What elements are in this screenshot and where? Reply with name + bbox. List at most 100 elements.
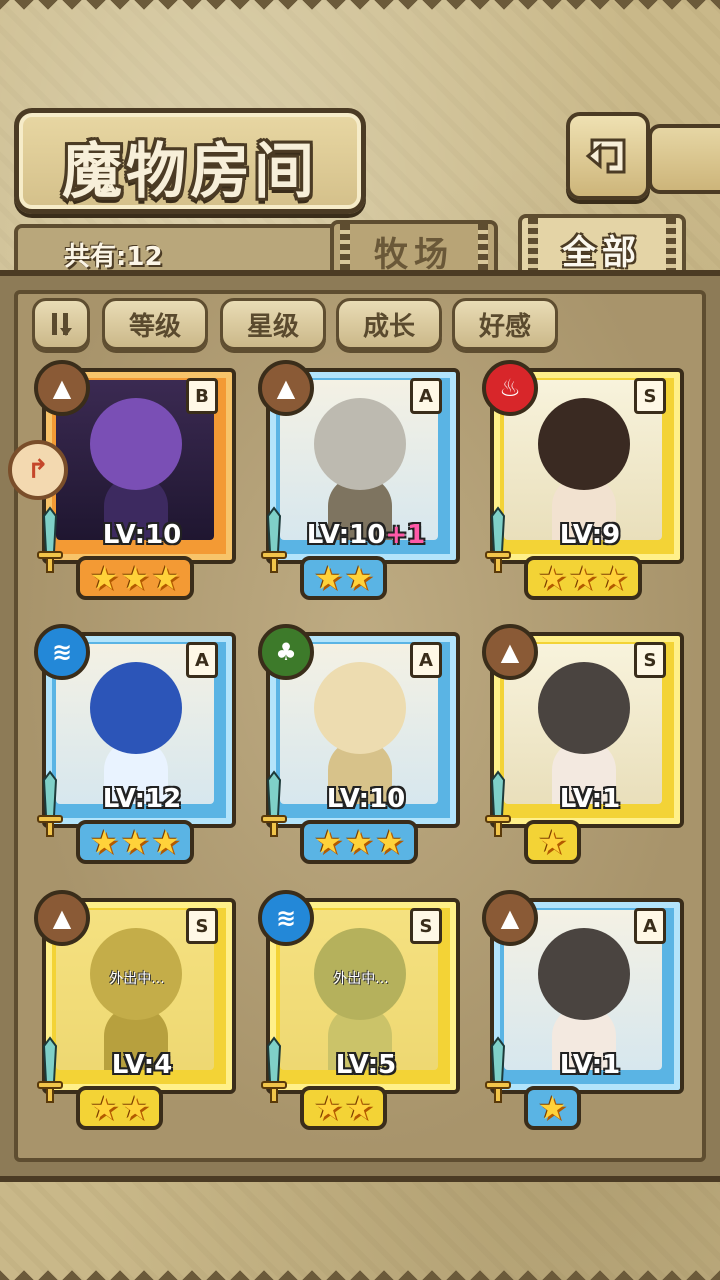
title-plate: 魔物房间 — [14, 108, 366, 214]
sort-order-button[interactable] — [32, 298, 90, 350]
star-rating: ★ ★ — [300, 1086, 388, 1130]
earth-element-icon: ▲ — [258, 360, 314, 416]
monster-level: LV:12 — [64, 784, 220, 814]
sort-growth-button[interactable]: 成长 — [336, 298, 442, 350]
monster-card[interactable]: S ♨ LV:9 ★ ★ ★ — [482, 360, 684, 600]
star-rating: ★ ★ — [76, 1086, 164, 1130]
star-icon: ★ — [538, 559, 567, 597]
sort-row: 等级 星级 成长 好感 — [32, 298, 688, 350]
star-icon: ★ — [599, 559, 629, 597]
level-text: LV:9 — [559, 520, 621, 550]
monster-card[interactable]: S ≋ LV:5 ★ ★ 外出中... — [258, 890, 460, 1130]
level-text: LV:5 — [335, 1050, 397, 1080]
back-button[interactable] — [566, 112, 650, 200]
rank-badge: S — [410, 908, 442, 944]
portrait-head — [90, 398, 182, 490]
level-text: LV:10 — [326, 784, 406, 814]
top-border — [0, 0, 720, 16]
monster-level: LV:4 — [64, 1050, 220, 1080]
monster-card[interactable]: S ▲ LV:1 ★ — [482, 624, 684, 864]
fire-element-icon: ♨ — [482, 360, 538, 416]
sort-level-button[interactable]: 等级 — [102, 298, 208, 350]
sword-icon — [37, 1036, 63, 1103]
water-element-icon: ≋ — [258, 890, 314, 946]
star-icon: ★ — [90, 1089, 119, 1127]
rank-badge: A — [410, 378, 442, 414]
level-text: LV:4 — [111, 1050, 173, 1080]
star-icon: ★ — [120, 1089, 150, 1127]
rank-badge: A — [410, 642, 442, 678]
star-rating: ★ ★ ★ — [524, 556, 643, 600]
rank-badge: A — [186, 642, 218, 678]
rank-badge: S — [634, 378, 666, 414]
star-rating: ★ ★ — [300, 556, 388, 600]
star-icon: ★ — [568, 559, 598, 597]
earth-element-icon: ▲ — [482, 624, 538, 680]
portrait-head — [314, 398, 406, 490]
bottom-border — [0, 1264, 720, 1280]
star-rating: ★ — [524, 1086, 581, 1130]
earth-element-icon: ▲ — [482, 890, 538, 946]
level-text: LV:1 — [559, 784, 621, 814]
away-status: 外出中... — [333, 971, 389, 987]
sword-icon — [485, 1036, 511, 1103]
sword-icon — [485, 770, 511, 837]
star-icon: ★ — [90, 823, 119, 861]
rank-badge: B — [186, 378, 218, 414]
away-status: 外出中... — [109, 971, 165, 987]
portrait-head — [538, 398, 630, 490]
portrait-head — [314, 662, 406, 754]
monster-card[interactable]: A ≋ LV:12 ★ ★ ★ — [34, 624, 236, 864]
wood-element-icon: ♣ — [258, 624, 314, 680]
monster-card[interactable]: S ▲ LV:4 ★ ★ 外出中... — [34, 890, 236, 1130]
tab-all-label: 全部 — [562, 232, 642, 273]
star-rating: ★ ★ ★ — [76, 556, 195, 600]
monster-card[interactable]: A ♣ LV:10 ★ ★ ★ — [258, 624, 460, 864]
star-rating: ★ ★ ★ — [76, 820, 195, 864]
star-icon: ★ — [538, 823, 567, 861]
rank-badge: S — [186, 908, 218, 944]
monster-card[interactable]: A ▲ LV:1 ★ — [482, 890, 684, 1130]
sword-icon — [261, 1036, 287, 1103]
sort-affection-button[interactable]: 好感 — [452, 298, 558, 350]
monster-count: 共有:12 — [64, 242, 163, 272]
star-icon: ★ — [344, 559, 374, 597]
rank-badge: A — [634, 908, 666, 944]
star-icon: ★ — [314, 823, 343, 861]
tab-ranch-label: 牧场 — [374, 234, 454, 275]
star-rating: ★ — [524, 820, 581, 864]
back-bar — [648, 124, 720, 194]
star-icon: ★ — [344, 823, 374, 861]
level-text: LV:10 — [306, 520, 386, 550]
earth-element-icon: ▲ — [34, 360, 90, 416]
star-icon: ★ — [344, 1089, 374, 1127]
monster-level: LV:9 — [512, 520, 668, 550]
portrait-head — [90, 662, 182, 754]
earth-element-icon: ▲ — [34, 890, 90, 946]
star-icon: ★ — [120, 823, 150, 861]
sword-icon — [37, 770, 63, 837]
monster-card[interactable]: B ▲ LV:10 ★ ★ ★ ↱ — [8, 360, 236, 600]
monster-level: LV:10 — [64, 520, 220, 550]
level-text: LV:10 — [102, 520, 182, 550]
sword-icon — [37, 506, 63, 573]
star-rating: ★ ★ ★ — [300, 820, 419, 864]
water-element-icon: ≋ — [34, 624, 90, 680]
star-icon: ★ — [375, 823, 405, 861]
monster-card[interactable]: A ▲ LV:10+1 ★ ★ — [258, 360, 460, 600]
star-icon: ★ — [538, 1089, 567, 1127]
star-icon: ★ — [314, 1089, 343, 1127]
sort-star-button[interactable]: 星级 — [220, 298, 326, 350]
rank-badge: S — [634, 642, 666, 678]
monster-level: LV:1 — [512, 1050, 668, 1080]
favorite-lock-icon[interactable]: ↱ — [8, 440, 68, 500]
star-icon: ★ — [151, 559, 181, 597]
star-icon: ★ — [314, 559, 343, 597]
monster-level: LV:5 — [288, 1050, 444, 1080]
monster-count-bar: 共有:12 — [14, 224, 352, 276]
star-icon: ★ — [90, 559, 119, 597]
monster-level: LV:10 — [288, 784, 444, 814]
monster-level: LV:10+1 — [288, 520, 444, 550]
monster-level: LV:1 — [512, 784, 668, 814]
star-icon: ★ — [151, 823, 181, 861]
